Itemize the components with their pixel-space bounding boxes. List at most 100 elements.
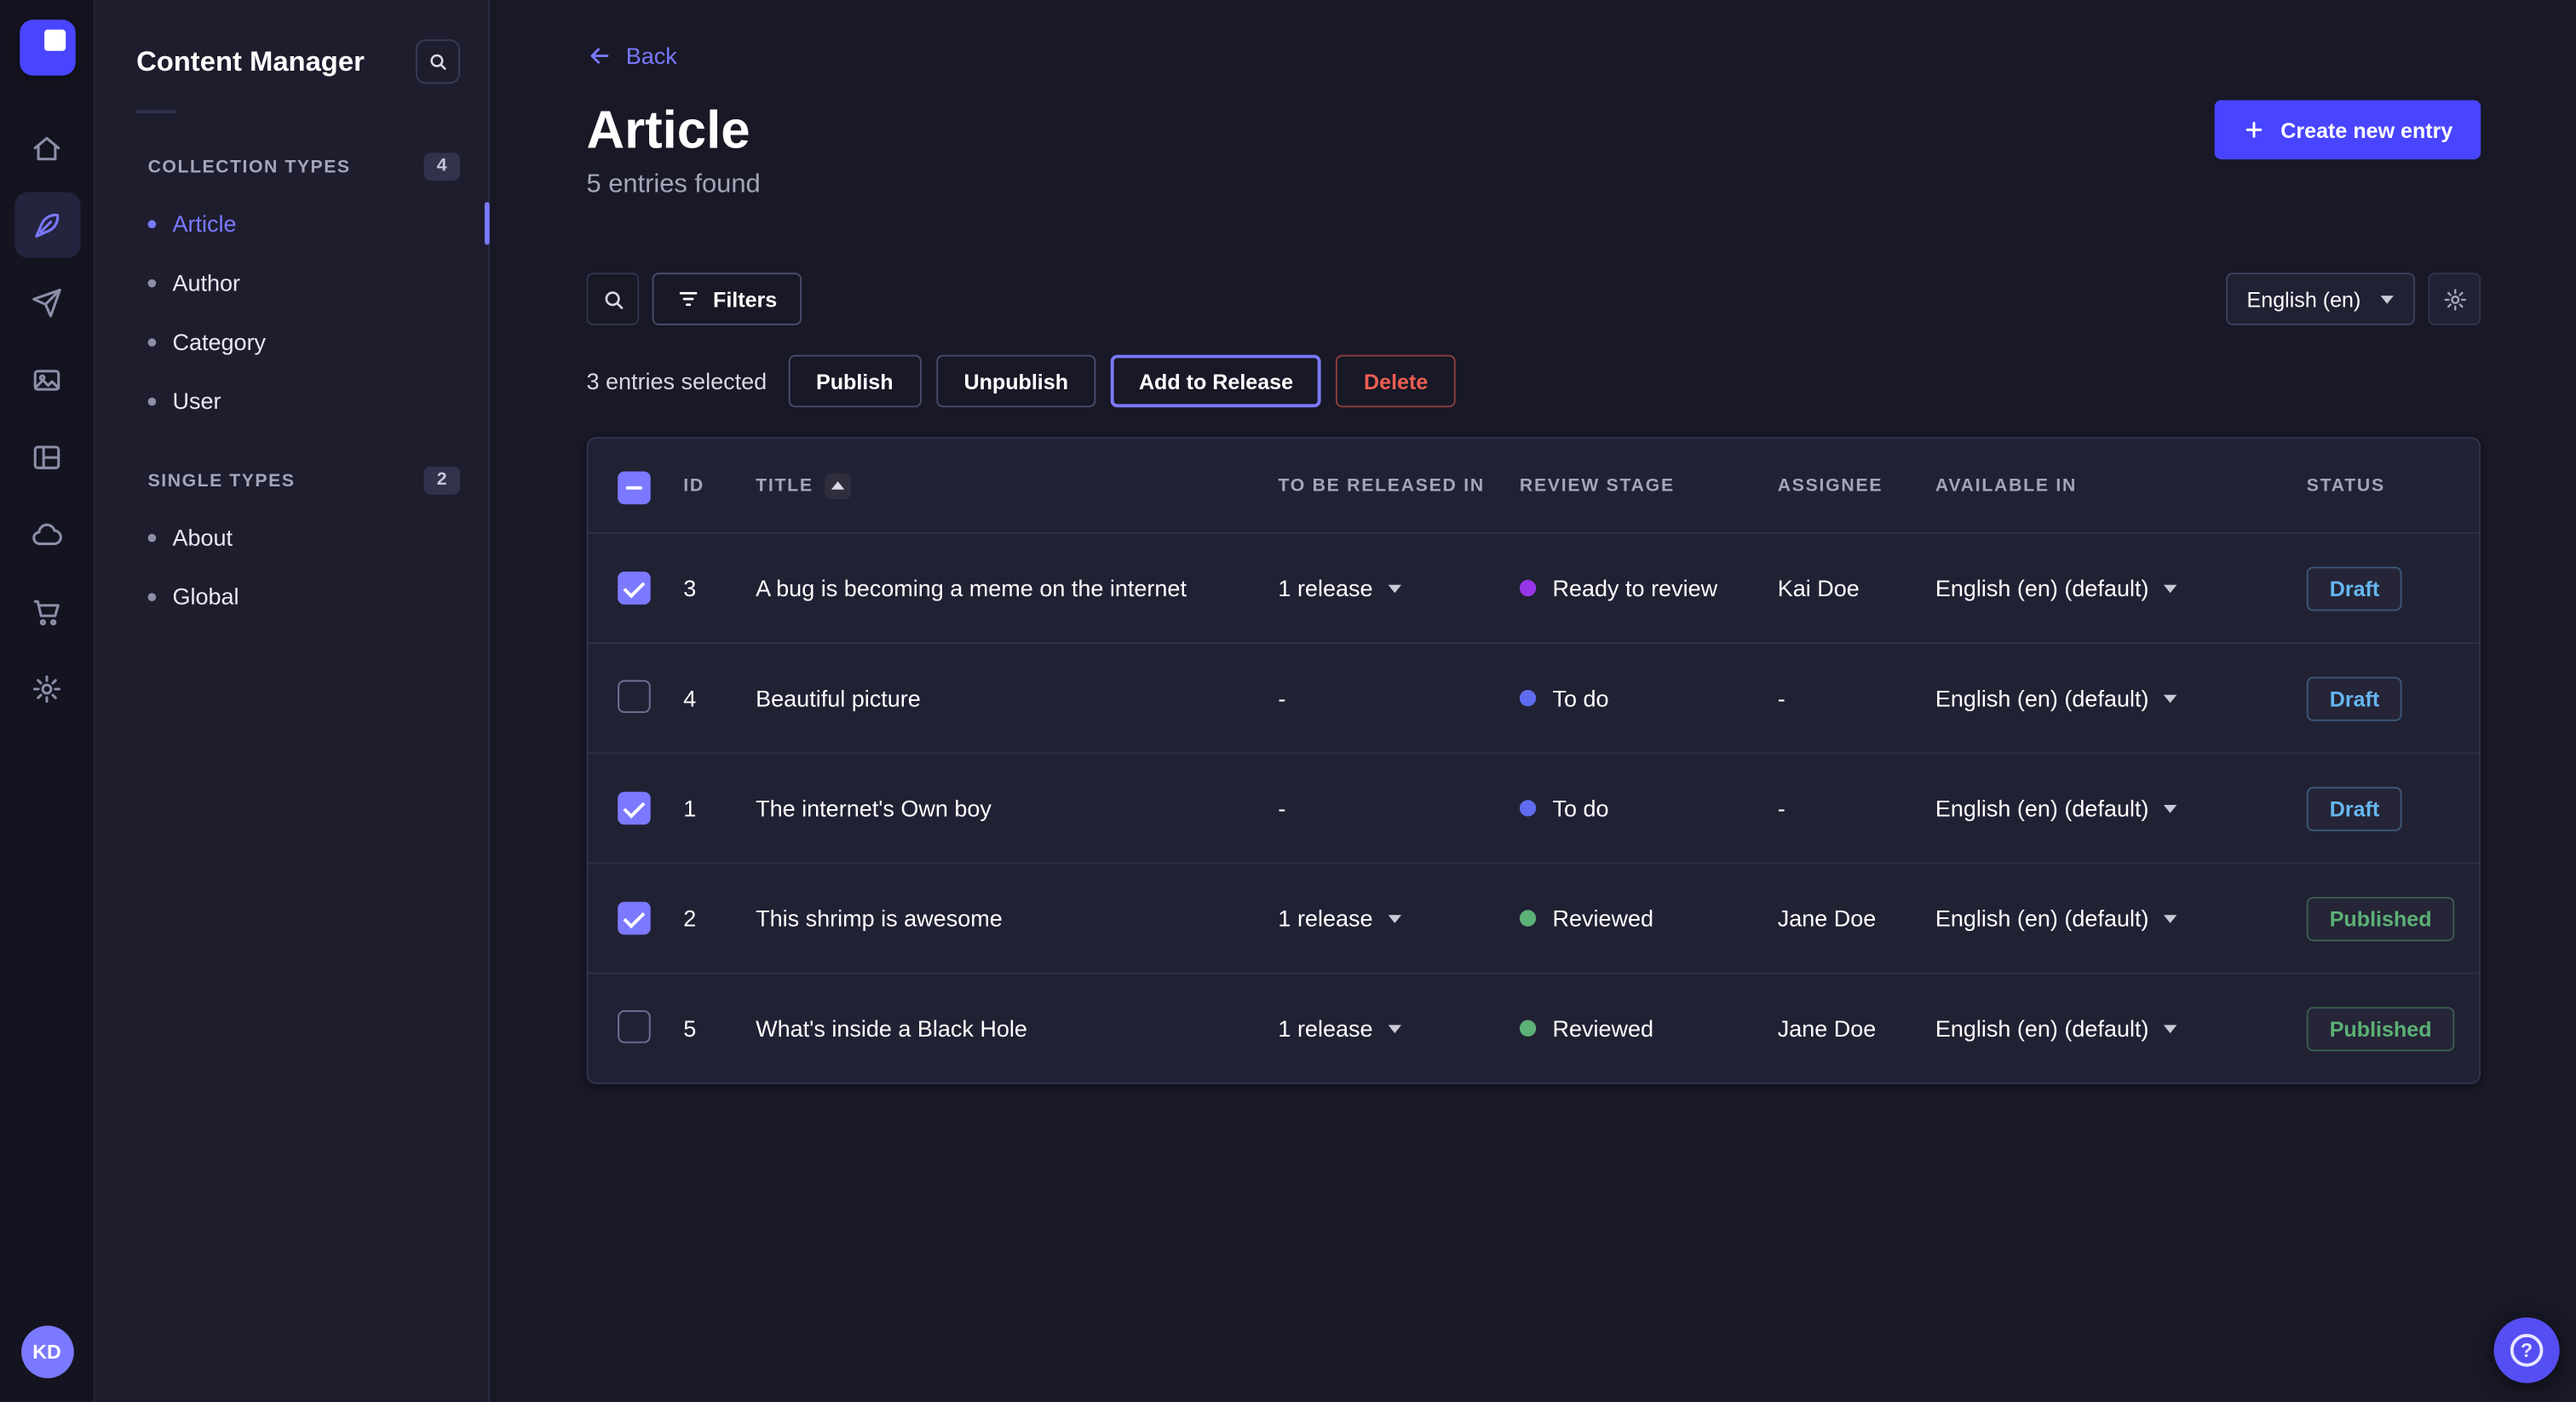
cell-to-be-released-in[interactable]: 1 release (1278, 1015, 1519, 1042)
cell-available-in[interactable]: English (en) (default) (1935, 685, 2307, 711)
section-count-badge: 4 (423, 152, 460, 181)
sidebar-item-article[interactable]: Article (136, 194, 460, 253)
avatar[interactable]: KD (20, 1325, 73, 1378)
selection-summary: 3 entries selected (586, 368, 767, 394)
chevron-down-icon (2164, 804, 2176, 813)
locale-select[interactable]: English (en) (2225, 273, 2415, 325)
cell-assignee: - (1778, 685, 1935, 711)
sort-ascending-icon[interactable] (825, 472, 851, 498)
cell-id: 1 (683, 795, 756, 821)
search-icon (427, 51, 448, 72)
main-content: Back Article 5 entries found Create new … (490, 0, 2576, 1401)
cell-id: 3 (683, 575, 756, 601)
table-row[interactable]: 1 The internet's Own boy - To do - Engli… (588, 752, 2479, 862)
question-mark-icon: ? (2510, 1334, 2544, 1367)
gear-icon (2442, 287, 2467, 312)
header-review-stage: REVIEW STAGE (1520, 475, 1778, 495)
cell-available-in[interactable]: English (en) (default) (1935, 575, 2307, 601)
entries-count: 5 entries found (586, 171, 760, 201)
releases-icon[interactable] (14, 269, 79, 335)
content-type-builder-icon[interactable] (14, 424, 79, 490)
cell-id: 5 (683, 1015, 756, 1042)
sidebar-title: Content Manager (136, 45, 365, 78)
create-new-entry-button[interactable]: Create new entry (2215, 101, 2481, 159)
cell-assignee: Jane Doe (1778, 1015, 1935, 1042)
sidebar-search-button[interactable] (416, 39, 460, 83)
help-button[interactable]: ? (2494, 1318, 2560, 1383)
chevron-down-icon (2164, 694, 2176, 703)
sidebar-item-global[interactable]: Global (136, 566, 460, 625)
cell-to-be-released-in[interactable]: 1 release (1278, 575, 1519, 601)
section-count-badge: 2 (423, 467, 460, 495)
cell-review-stage: Ready to review (1520, 575, 1778, 601)
media-library-icon[interactable] (14, 347, 79, 412)
filter-icon (677, 287, 700, 310)
content-manager-icon[interactable] (14, 192, 79, 258)
cell-assignee: Jane Doe (1778, 905, 1935, 932)
header-title[interactable]: TITLE (756, 472, 1278, 498)
cell-review-stage: To do (1520, 685, 1778, 711)
cell-assignee: - (1778, 795, 1935, 821)
cell-id: 2 (683, 905, 756, 932)
deploy-cloud-icon[interactable] (14, 501, 79, 566)
cell-available-in[interactable]: English (en) (default) (1935, 1015, 2307, 1042)
plus-icon (2243, 118, 2266, 141)
arrow-left-icon (586, 43, 612, 69)
search-icon (601, 287, 625, 312)
header-status: STATUS (2307, 475, 2479, 495)
select-all-checkbox[interactable] (618, 471, 651, 504)
entries-table: ID TITLE TO BE RELEASED IN REVIEW STAGE … (586, 437, 2481, 1084)
settings-icon[interactable] (14, 655, 79, 721)
sidebar-item-user[interactable]: User (136, 371, 460, 430)
back-link[interactable]: Back (586, 43, 676, 69)
chevron-down-icon (2164, 914, 2176, 922)
bullet-icon (148, 337, 157, 346)
strapi-logo[interactable] (19, 20, 75, 76)
bullet-icon (148, 533, 157, 542)
table-row[interactable]: 3 A bug is becoming a meme on the intern… (588, 532, 2479, 642)
cell-status: Draft (2307, 786, 2479, 830)
view-settings-button[interactable] (2428, 273, 2481, 325)
chevron-down-icon (2164, 1024, 2176, 1032)
row-checkbox[interactable] (618, 679, 651, 712)
row-checkbox[interactable] (618, 792, 651, 825)
chevron-down-icon (1388, 914, 1400, 922)
section-label: SINGLE TYPES (148, 471, 296, 491)
sidebar-item-category[interactable]: Category (136, 312, 460, 371)
search-button[interactable] (586, 273, 639, 325)
cell-review-stage: Reviewed (1520, 1015, 1778, 1042)
row-checkbox[interactable] (618, 1009, 651, 1043)
filters-button[interactable]: Filters (653, 273, 802, 325)
chevron-down-icon (1388, 584, 1400, 593)
cell-status: Draft (2307, 676, 2479, 721)
home-icon[interactable] (14, 115, 79, 181)
table-header-row: ID TITLE TO BE RELEASED IN REVIEW STAGE … (588, 439, 2479, 532)
unpublish-button[interactable]: Unpublish (936, 355, 1096, 408)
delete-button[interactable]: Delete (1336, 355, 1456, 408)
cell-title: What's inside a Black Hole (756, 1015, 1278, 1042)
cell-available-in[interactable]: English (en) (default) (1935, 795, 2307, 821)
sidebar-item-about[interactable]: About (136, 508, 460, 566)
cell-review-stage: Reviewed (1520, 905, 1778, 932)
publish-button[interactable]: Publish (788, 355, 921, 408)
table-row[interactable]: 2 This shrimp is awesome 1 release Revie… (588, 862, 2479, 972)
cell-title: A bug is becoming a meme on the internet (756, 575, 1278, 601)
cell-to-be-released-in[interactable]: - (1278, 685, 1519, 711)
cell-status: Published (2307, 1006, 2479, 1050)
cell-available-in[interactable]: English (en) (default) (1935, 905, 2307, 932)
header-id: ID (683, 475, 756, 495)
cell-to-be-released-in[interactable]: - (1278, 795, 1519, 821)
nav-rail: KD (0, 0, 95, 1401)
table-row[interactable]: 4 Beautiful picture - To do - English (e… (588, 642, 2479, 752)
cell-review-stage: To do (1520, 795, 1778, 821)
row-checkbox[interactable] (618, 572, 651, 606)
add-to-release-button[interactable]: Add to Release (1111, 355, 1321, 408)
marketplace-icon[interactable] (14, 578, 79, 644)
cell-status: Draft (2307, 566, 2479, 610)
table-row[interactable]: 5 What's inside a Black Hole 1 release R… (588, 973, 2479, 1083)
stage-dot-icon (1520, 800, 1536, 816)
sidebar-item-author[interactable]: Author (136, 253, 460, 312)
row-checkbox[interactable] (618, 902, 651, 935)
chevron-down-icon (2380, 295, 2393, 303)
cell-to-be-released-in[interactable]: 1 release (1278, 905, 1519, 932)
